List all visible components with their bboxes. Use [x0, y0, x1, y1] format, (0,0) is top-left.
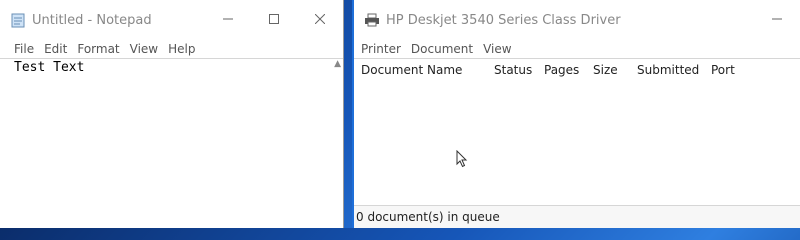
queue-status-text: 0 document(s) in queue — [356, 210, 500, 224]
notepad-content[interactable]: Test Text — [14, 60, 84, 75]
column-size[interactable]: Size — [593, 63, 618, 77]
maximize-icon — [269, 13, 279, 28]
menu-help[interactable]: Help — [168, 42, 195, 56]
mouse-pointer-icon — [456, 149, 468, 172]
queue-list[interactable] — [354, 80, 800, 206]
printer-minimize-button[interactable] — [754, 0, 800, 40]
notepad-titlebar[interactable]: Untitled - Notepad — [0, 0, 343, 40]
maximize-button[interactable] — [251, 0, 297, 40]
column-status[interactable]: Status — [494, 63, 532, 77]
printer-queue-window[interactable]: HP Deskjet 3540 Series Class Driver Prin… — [352, 0, 800, 228]
menu-printer[interactable]: Printer — [361, 42, 401, 56]
menu-view[interactable]: View — [483, 42, 511, 56]
queue-column-headers: Document Name Status Pages Size Submitte… — [354, 58, 800, 81]
menu-file[interactable]: File — [14, 42, 34, 56]
notepad-window[interactable]: Untitled - Notepad File Edit Format View… — [0, 0, 344, 228]
menu-view[interactable]: View — [130, 42, 158, 56]
notepad-text-area[interactable]: Test Text ▲ — [0, 58, 343, 228]
queue-status-bar: 0 document(s) in queue — [354, 205, 800, 228]
notepad-icon — [10, 12, 26, 28]
column-document-name[interactable]: Document Name — [361, 63, 462, 77]
printer-title: HP Deskjet 3540 Series Class Driver — [386, 12, 621, 28]
menu-document[interactable]: Document — [411, 42, 473, 56]
menu-format[interactable]: Format — [77, 42, 119, 56]
printer-icon — [364, 13, 380, 27]
scroll-up-icon[interactable]: ▲ — [334, 59, 341, 69]
printer-titlebar[interactable]: HP Deskjet 3540 Series Class Driver — [354, 0, 800, 40]
menu-edit[interactable]: Edit — [44, 42, 67, 56]
printer-menubar: Printer Document View — [354, 40, 800, 58]
minimize-icon — [223, 13, 233, 28]
close-icon — [314, 13, 326, 28]
close-button[interactable] — [297, 0, 343, 40]
column-submitted[interactable]: Submitted — [637, 63, 699, 77]
minimize-button[interactable] — [205, 0, 251, 40]
notepad-menubar: File Edit Format View Help — [0, 40, 343, 58]
minimize-icon — [772, 13, 782, 28]
column-port[interactable]: Port — [711, 63, 735, 77]
column-pages[interactable]: Pages — [544, 63, 579, 77]
notepad-title: Untitled - Notepad — [32, 12, 152, 28]
